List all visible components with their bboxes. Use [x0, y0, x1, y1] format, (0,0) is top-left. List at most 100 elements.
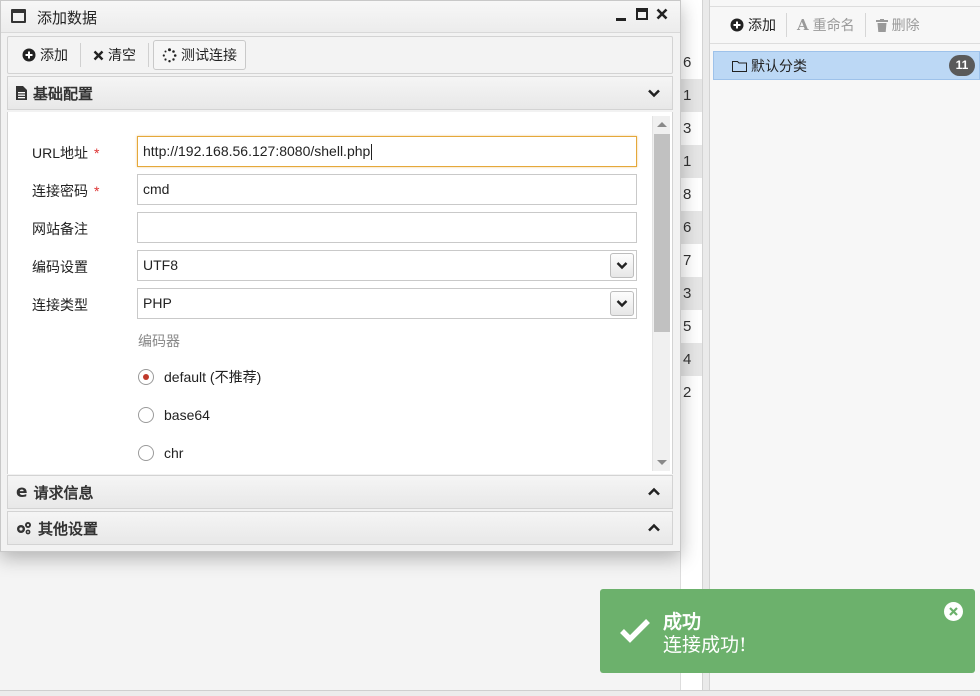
background-row: 1: [681, 79, 702, 112]
radio-selected[interactable]: [138, 369, 154, 385]
font-icon: A: [797, 16, 809, 34]
rename-category-button[interactable]: A 重命名: [787, 12, 865, 38]
clear-button[interactable]: 清空: [85, 40, 144, 70]
spinner-icon: [162, 47, 177, 62]
dialog-titlebar[interactable]: 添加数据: [1, 1, 680, 33]
section-request-info[interactable]: e 请求信息: [7, 475, 673, 509]
chevron-down-icon: [648, 89, 660, 98]
radio-unselected[interactable]: [138, 445, 154, 461]
background-row: 2: [683, 384, 692, 401]
scroll-down-arrow[interactable]: [657, 460, 667, 465]
category-item-default[interactable]: 默认分类 11: [713, 51, 980, 80]
category-toolbar: 添加 A 重命名 删除: [710, 6, 980, 44]
dialog-toolbar: 添加 清空 测试连接: [7, 36, 673, 74]
type-label: 连接类型: [32, 297, 88, 313]
background-row: 5: [683, 318, 692, 335]
category-panel: 添加 A 重命名 删除 默认分类 11: [710, 0, 980, 690]
scroll-thumb[interactable]: [654, 134, 670, 332]
rename-category-label: 重命名: [812, 17, 855, 33]
background-row: 4: [681, 343, 702, 376]
test-connection-label: 测试连接: [181, 47, 237, 63]
minimize-button[interactable]: [614, 8, 628, 24]
check-icon: [620, 619, 650, 643]
encoding-row: 编码设置 UTF8: [8, 250, 648, 282]
add-category-button[interactable]: 添加: [720, 12, 786, 38]
section-request-label: 请求信息: [33, 484, 94, 502]
window-icon: [11, 9, 26, 23]
add-data-dialog: 添加数据 添加 清空 测试连接 基础配置 URL地址 * http://192.…: [0, 0, 681, 552]
times-icon: [93, 50, 104, 60]
encoder-option-label: chr: [164, 445, 184, 461]
background-row: 6: [683, 54, 692, 71]
form-scrollbar[interactable]: [652, 116, 670, 471]
note-input[interactable]: [137, 212, 637, 243]
password-row: 连接密码 * cmd: [8, 174, 648, 206]
encoder-option-label: base64: [164, 407, 210, 423]
toolbar-divider: [148, 43, 149, 67]
type-select[interactable]: PHP: [137, 288, 637, 319]
scroll-up-arrow[interactable]: [657, 122, 667, 127]
encoder-option-base64[interactable]: base64: [138, 405, 210, 425]
encoding-select[interactable]: UTF8: [137, 250, 637, 281]
bottom-border: [0, 690, 980, 696]
trash-icon: [875, 18, 888, 32]
chevron-down-icon: [616, 300, 628, 308]
file-text-icon: [16, 86, 27, 100]
close-icon: [656, 8, 668, 20]
maximize-button[interactable]: [635, 8, 649, 24]
encoding-value: UTF8: [143, 257, 178, 273]
dialog-title: 添加数据: [37, 10, 98, 27]
type-dropdown-button[interactable]: [610, 291, 634, 316]
background-row: 1: [681, 145, 702, 178]
background-row: 3: [681, 277, 702, 310]
toolbar-divider: [80, 43, 81, 67]
encoder-option-label: default (不推荐): [164, 369, 262, 385]
test-connection-button[interactable]: 测试连接: [153, 40, 246, 70]
add-category-label: 添加: [748, 17, 776, 33]
section-basic-config[interactable]: 基础配置: [7, 76, 673, 110]
encoder-option-default[interactable]: default (不推荐): [138, 367, 261, 387]
toast-close-button[interactable]: [944, 602, 963, 621]
radio-unselected[interactable]: [138, 407, 154, 423]
delete-category-button[interactable]: 删除: [866, 12, 930, 38]
clear-button-label: 清空: [108, 47, 136, 63]
add-button-label: 添加: [40, 47, 68, 63]
password-label: 连接密码 *: [32, 183, 100, 199]
chevron-down-icon: [616, 262, 628, 270]
close-icon: [949, 607, 958, 616]
password-input[interactable]: cmd: [137, 174, 637, 205]
maximize-icon: [636, 8, 648, 20]
basic-config-form: URL地址 * http://192.168.56.127:8080/shell.…: [7, 112, 673, 474]
type-row: 连接类型 PHP: [8, 288, 648, 320]
strip-spacer: [681, 0, 702, 46]
encoder-option-chr[interactable]: chr: [138, 443, 183, 463]
toast-message: 连接成功!: [663, 634, 747, 656]
plus-circle-icon: [22, 48, 36, 62]
delete-category-label: 删除: [891, 17, 920, 33]
note-row: 网站备注: [8, 212, 648, 244]
add-button[interactable]: 添加: [14, 40, 76, 70]
ie-icon: e: [16, 482, 28, 502]
section-other-settings[interactable]: 其他设置: [7, 511, 673, 545]
plus-circle-icon: [730, 18, 744, 32]
minimize-icon: [616, 18, 626, 21]
url-label: URL地址 *: [32, 145, 100, 161]
chevron-up-icon: [648, 523, 660, 532]
chevron-up-icon: [648, 487, 660, 496]
url-input[interactable]: http://192.168.56.127:8080/shell.php: [137, 136, 637, 167]
background-row: 6: [681, 211, 702, 244]
success-toast: 成功 连接成功!: [600, 589, 975, 673]
cogs-icon: [17, 522, 31, 535]
encoding-dropdown-button[interactable]: [610, 253, 634, 278]
encoder-label: 编码器: [138, 333, 180, 349]
folder-icon: [732, 60, 747, 72]
note-label: 网站备注: [32, 221, 88, 237]
count-badge: 11: [949, 55, 975, 76]
section-basic-label: 基础配置: [33, 85, 94, 103]
background-row: 3: [683, 120, 692, 137]
section-other-label: 其他设置: [38, 520, 99, 538]
url-row: URL地址 * http://192.168.56.127:8080/shell.…: [8, 136, 648, 168]
encoding-label: 编码设置: [32, 259, 88, 275]
close-button[interactable]: [655, 8, 669, 24]
background-row: 7: [683, 252, 692, 269]
